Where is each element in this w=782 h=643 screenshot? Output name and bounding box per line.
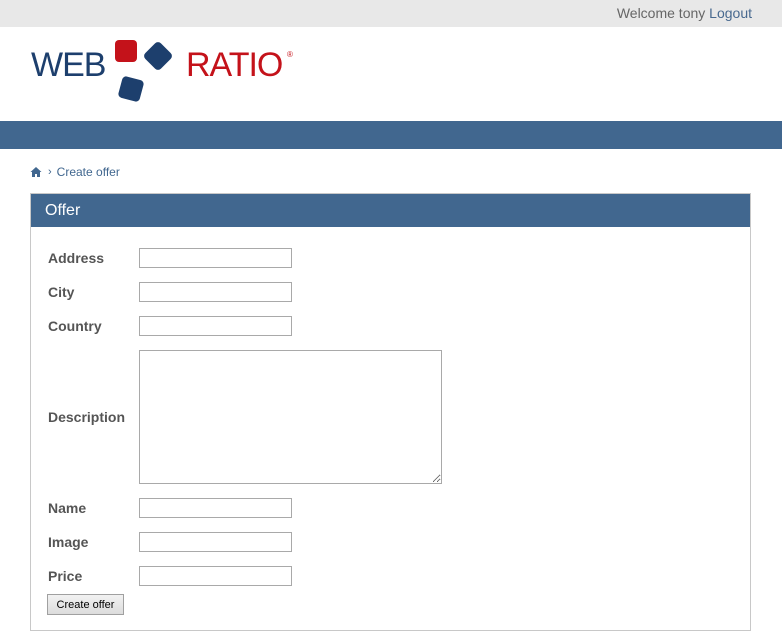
city-input[interactable] — [139, 282, 292, 302]
image-input[interactable] — [139, 532, 292, 552]
logo-ratio-text: RATIO — [186, 46, 283, 84]
description-textarea[interactable] — [139, 350, 442, 484]
top-bar: Welcome tony Logout — [0, 0, 782, 27]
breadcrumb: › Create offer — [30, 165, 120, 179]
name-label: Name — [48, 500, 87, 516]
logout-link[interactable]: Logout — [709, 5, 752, 21]
logo-square-blue-bottom — [117, 75, 145, 103]
address-input[interactable] — [139, 248, 292, 268]
offer-form-panel: Offer Address City Country Description N… — [30, 193, 751, 631]
address-label: Address — [48, 250, 105, 266]
description-label: Description — [48, 409, 126, 425]
create-offer-button[interactable]: Create offer — [47, 594, 124, 615]
image-label: Image — [48, 534, 89, 550]
country-input[interactable] — [139, 316, 292, 336]
breadcrumb-current: Create offer — [56, 165, 120, 179]
webratio-logo: WEB RATIO ® — [31, 38, 301, 110]
logo-square-red — [115, 40, 137, 62]
breadcrumb-separator: › — [48, 166, 52, 178]
price-input[interactable] — [139, 566, 292, 586]
price-label: Price — [48, 568, 83, 584]
logo-registered-mark: ® — [287, 50, 293, 59]
name-input[interactable] — [139, 498, 292, 518]
logo-square-blue-right — [142, 40, 174, 72]
home-icon[interactable] — [30, 166, 42, 178]
user-greeting: Welcome tony Logout — [617, 5, 752, 21]
city-label: City — [48, 284, 75, 300]
welcome-text: Welcome tony — [616, 5, 706, 21]
logo-web-text: WEB — [31, 46, 106, 84]
panel-title: Offer — [31, 194, 750, 227]
country-label: Country — [48, 318, 102, 334]
navigation-bar — [0, 121, 782, 149]
